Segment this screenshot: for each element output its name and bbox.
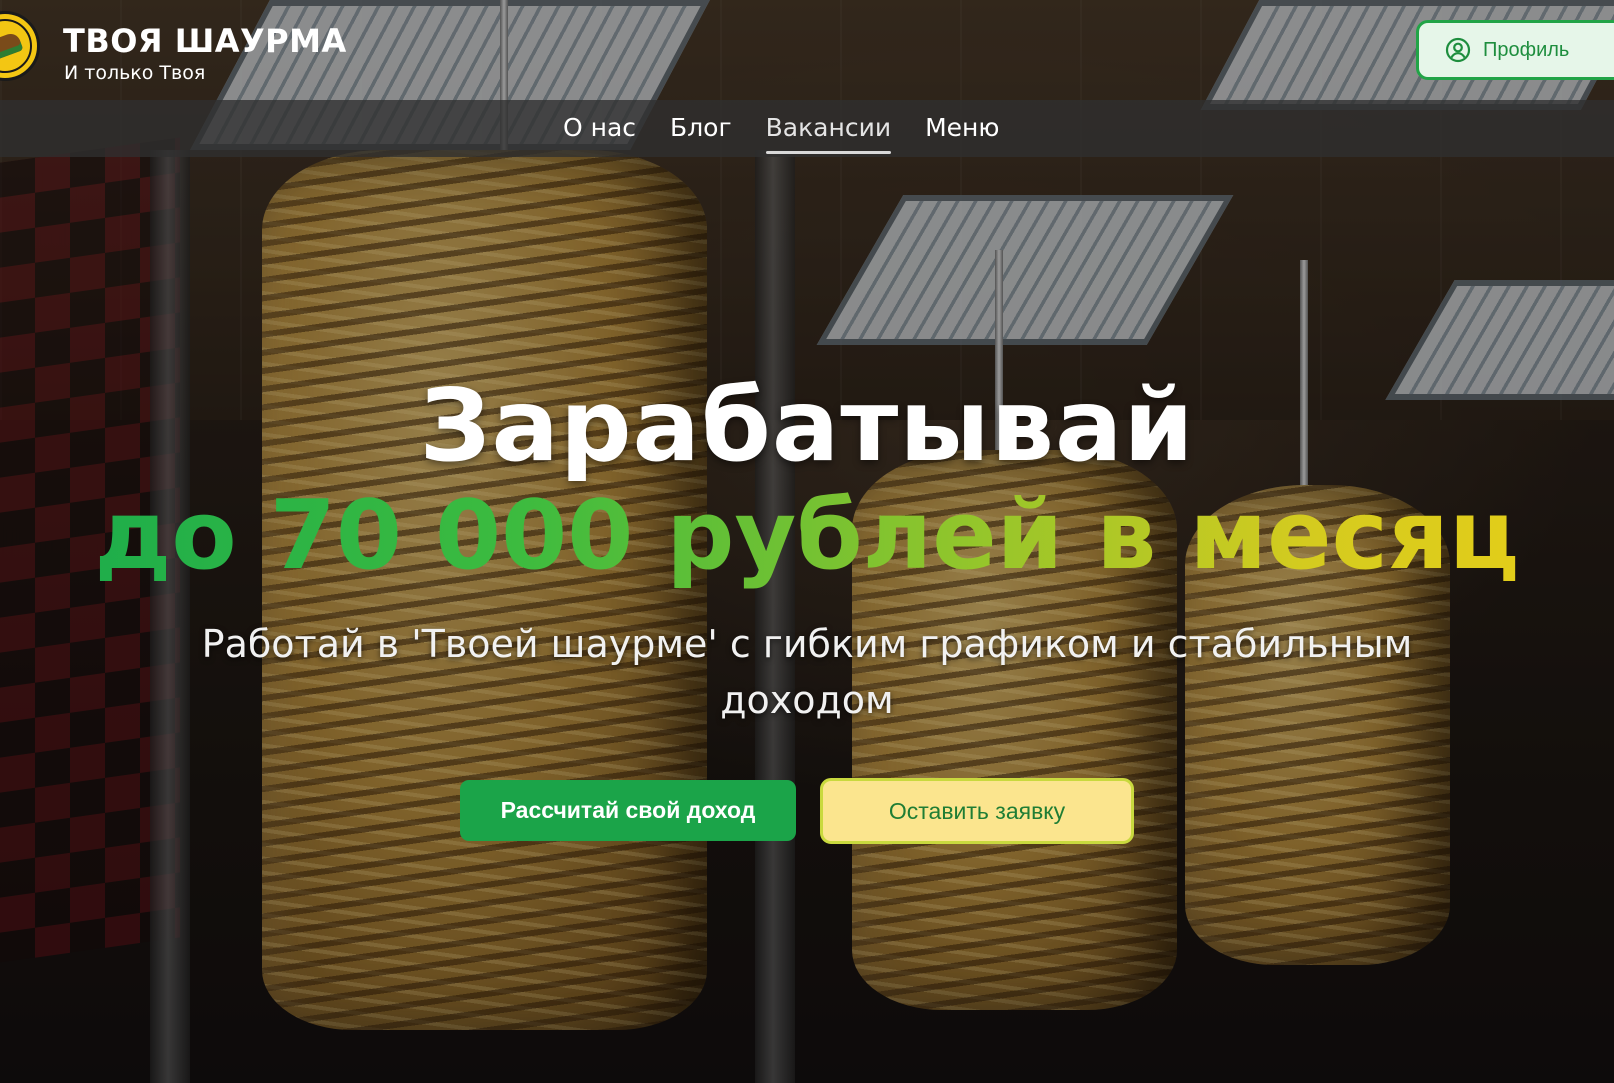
nav-list: О нас Блог Вакансии Меню bbox=[563, 100, 999, 157]
nav-item-vacancies[interactable]: Вакансии bbox=[765, 113, 892, 154]
profile-label: Профиль bbox=[1483, 38, 1570, 61]
nav-item-menu[interactable]: Меню bbox=[925, 113, 999, 144]
calculate-income-button[interactable]: Рассчитай свой доход bbox=[460, 780, 796, 841]
hero-section: Зарабатывай до 70 000 рублей в месяц Раб… bbox=[0, 370, 1614, 728]
nav-item-about[interactable]: О нас bbox=[563, 113, 636, 144]
hero-salary-headline: до 70 000 рублей в месяц bbox=[94, 481, 1520, 591]
profile-button[interactable]: Профиль bbox=[1416, 20, 1614, 80]
nav-item-blog[interactable]: Блог bbox=[670, 113, 732, 144]
brand-subtitle: И только Твоя bbox=[64, 62, 206, 84]
brand-title[interactable]: ТВОЯ ШАУРМА bbox=[63, 22, 347, 60]
logo[interactable] bbox=[0, 11, 40, 81]
hero-title: Зарабатывай bbox=[419, 367, 1195, 484]
main-navigation: О нас Блог Вакансии Меню bbox=[0, 100, 1614, 157]
submit-application-button[interactable]: Оставить заявку bbox=[820, 778, 1134, 844]
site-header: ТВОЯ ШАУРМА И только Твоя Профиль bbox=[0, 0, 1614, 100]
cta-buttons: Рассчитай свой доход Оставить заявку bbox=[0, 778, 1614, 844]
user-circle-icon bbox=[1445, 37, 1471, 63]
hero-subtitle: Работай в 'Твоей шаурме' с гибким график… bbox=[201, 622, 1413, 722]
